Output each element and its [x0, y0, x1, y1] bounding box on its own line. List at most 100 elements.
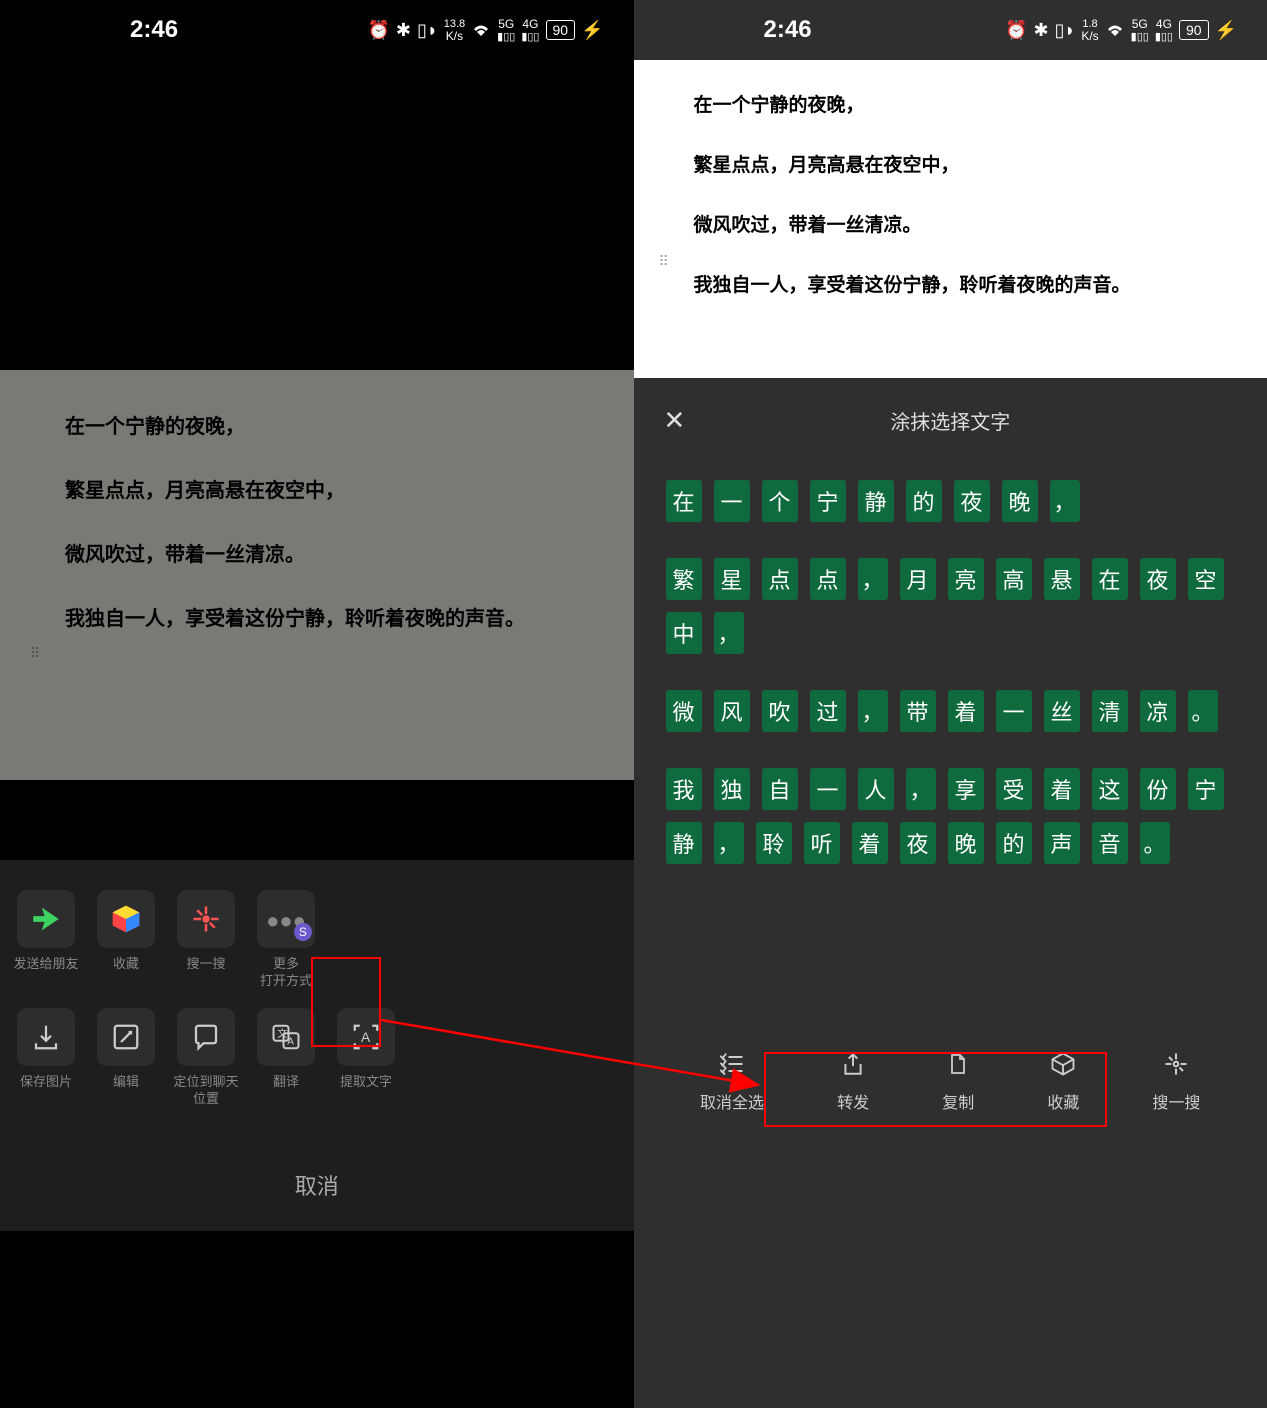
signal-4g: 4G ▮▯▯ — [1155, 18, 1173, 43]
char-token[interactable]: 聆 — [756, 822, 792, 864]
wifi-icon — [1105, 22, 1125, 38]
cancel-button[interactable]: 取消 — [0, 1144, 634, 1231]
char-token[interactable]: 。 — [1188, 690, 1218, 732]
panel-title: 涂抹选择文字 — [890, 406, 1010, 435]
char-token[interactable]: ， — [714, 822, 744, 864]
char-token[interactable]: 空 — [1188, 558, 1224, 600]
translate-button[interactable]: 文A 翻译 — [252, 1008, 320, 1108]
network-speed: 1.8 K/s — [1081, 18, 1098, 42]
send-friend-button[interactable]: 发送给朋友 — [12, 890, 80, 990]
network-speed: 13.8 K/s — [444, 18, 465, 42]
search-button[interactable]: 搜一搜 — [1152, 1049, 1200, 1113]
doc-line-4: 我独自一人，享受着这份宁静，聆听着夜晚的声音。 — [65, 602, 569, 631]
char-token[interactable]: 悬 — [1044, 558, 1080, 600]
char-token[interactable]: ， — [858, 690, 888, 732]
doc-line-2: 繁星点点，月亮高悬在夜空中， — [694, 150, 1208, 177]
char-token[interactable]: 我 — [666, 768, 702, 810]
char-token[interactable]: 的 — [906, 480, 942, 522]
download-icon — [17, 1008, 75, 1066]
char-token[interactable]: 。 — [1140, 822, 1170, 864]
more-open-button[interactable]: ●●● S 更多 打开方式 — [252, 890, 320, 990]
char-token[interactable]: 夜 — [954, 480, 990, 522]
spark-outline-icon — [1162, 1049, 1190, 1079]
cube-icon — [97, 890, 155, 948]
char-token[interactable]: 自 — [762, 768, 798, 810]
share-arrow-icon — [17, 890, 75, 948]
checklist-icon — [718, 1049, 746, 1079]
char-token[interactable]: 点 — [810, 558, 846, 600]
status-icons: ⏰ ✱ ▯◗ 13.8 K/s 5G ▮▯▯ 4G ▮▯▯ 90 ⚡ — [367, 18, 603, 43]
doc-line-3: 微风吹过，带着一丝清凉。 — [65, 538, 569, 567]
char-token[interactable]: 人 — [858, 768, 894, 810]
char-token[interactable]: 静 — [858, 480, 894, 522]
vibrate-icon: ▯◗ — [1055, 20, 1076, 41]
alarm-icon: ⏰ — [367, 20, 389, 41]
locate-chat-button[interactable]: 定位到聊天 位置 — [172, 1008, 240, 1108]
char-token[interactable]: 份 — [1140, 768, 1176, 810]
status-icons: ⏰ ✱ ▯◗ 1.8 K/s 5G ▮▯▯ 4G ▮▯▯ 90 ⚡ — [1005, 18, 1237, 43]
char-token[interactable]: 享 — [948, 768, 984, 810]
char-token[interactable]: 着 — [1044, 768, 1080, 810]
char-token[interactable]: 的 — [996, 822, 1032, 864]
edit-button[interactable]: 编辑 — [92, 1008, 160, 1108]
char-token[interactable]: 在 — [1092, 558, 1128, 600]
chat-bubble-icon — [177, 1008, 235, 1066]
char-token[interactable]: 一 — [996, 690, 1032, 732]
char-token[interactable]: 繁 — [666, 558, 702, 600]
char-token[interactable]: 过 — [810, 690, 846, 732]
char-token[interactable]: 夜 — [900, 822, 936, 864]
char-token[interactable]: 月 — [900, 558, 936, 600]
char-row: 在一个宁静的夜晚 ， — [666, 480, 1236, 522]
status-bar: 2:46 ⏰ ✱ ▯◗ 13.8 K/s 5G ▮▯▯ 4G ▮▯▯ 90 ⚡ — [0, 0, 634, 60]
char-token[interactable]: 宁 — [1188, 768, 1224, 810]
deselect-all-button[interactable]: 取消全选 — [700, 1049, 764, 1113]
char-token[interactable]: 点 — [762, 558, 798, 600]
char-token[interactable]: ， — [714, 612, 744, 654]
char-token[interactable]: 着 — [948, 690, 984, 732]
char-token[interactable]: 宁 — [810, 480, 846, 522]
char-token[interactable]: 受 — [996, 768, 1032, 810]
char-token[interactable]: 一 — [810, 768, 846, 810]
char-token[interactable]: ， — [906, 768, 936, 810]
signal-4g: 4G ▮▯▯ — [521, 18, 539, 43]
wifi-icon — [471, 22, 491, 38]
battery-indicator: 90 — [546, 20, 576, 40]
char-token[interactable]: 丝 — [1044, 690, 1080, 732]
battery-indicator: 90 — [1179, 20, 1209, 40]
char-token[interactable]: 静 — [666, 822, 702, 864]
favorite-button[interactable]: 收藏 — [92, 890, 160, 990]
char-token[interactable]: 风 — [714, 690, 750, 732]
char-token[interactable]: 独 — [714, 768, 750, 810]
char-token[interactable]: 亮 — [948, 558, 984, 600]
char-token[interactable]: 听 — [804, 822, 840, 864]
char-token[interactable]: 一 — [714, 480, 750, 522]
search-button[interactable]: 搜一搜 — [172, 890, 240, 990]
char-token[interactable]: 星 — [714, 558, 750, 600]
charging-icon: ⚡ — [1215, 20, 1237, 41]
char-token[interactable]: 在 — [666, 480, 702, 522]
char-token[interactable]: 晚 — [948, 822, 984, 864]
text-selection-panel: ✕ 涂抹选择文字 在一个宁静的夜晚， 繁星点点，月亮高悬在夜空中， 微风吹过，带… — [634, 380, 1267, 1408]
save-image-button[interactable]: 保存图片 — [12, 1008, 80, 1108]
char-token[interactable]: 清 — [1092, 690, 1128, 732]
char-token[interactable]: ， — [858, 558, 888, 600]
char-token[interactable]: 高 — [996, 558, 1032, 600]
char-token[interactable]: 着 — [852, 822, 888, 864]
char-token[interactable]: 中 — [666, 612, 702, 654]
char-token[interactable]: 夜 — [1140, 558, 1176, 600]
doc-line-1: 在一个宁静的夜晚， — [694, 90, 1208, 117]
charging-icon: ⚡ — [581, 20, 603, 41]
svg-text:A: A — [287, 1037, 294, 1048]
char-token[interactable]: 带 — [900, 690, 936, 732]
char-token[interactable]: 声 — [1044, 822, 1080, 864]
char-token[interactable]: ， — [1050, 480, 1080, 522]
char-token[interactable]: 音 — [1092, 822, 1128, 864]
char-token[interactable]: 吹 — [762, 690, 798, 732]
close-icon[interactable]: ✕ — [664, 405, 686, 436]
char-token[interactable]: 这 — [1092, 768, 1128, 810]
char-row: 我独自一人，享受着这份宁静，聆听着夜晚的声音。 — [666, 768, 1236, 864]
char-token[interactable]: 个 — [762, 480, 798, 522]
char-token[interactable]: 晚 — [1002, 480, 1038, 522]
char-token[interactable]: 微 — [666, 690, 702, 732]
char-token[interactable]: 凉 — [1140, 690, 1176, 732]
